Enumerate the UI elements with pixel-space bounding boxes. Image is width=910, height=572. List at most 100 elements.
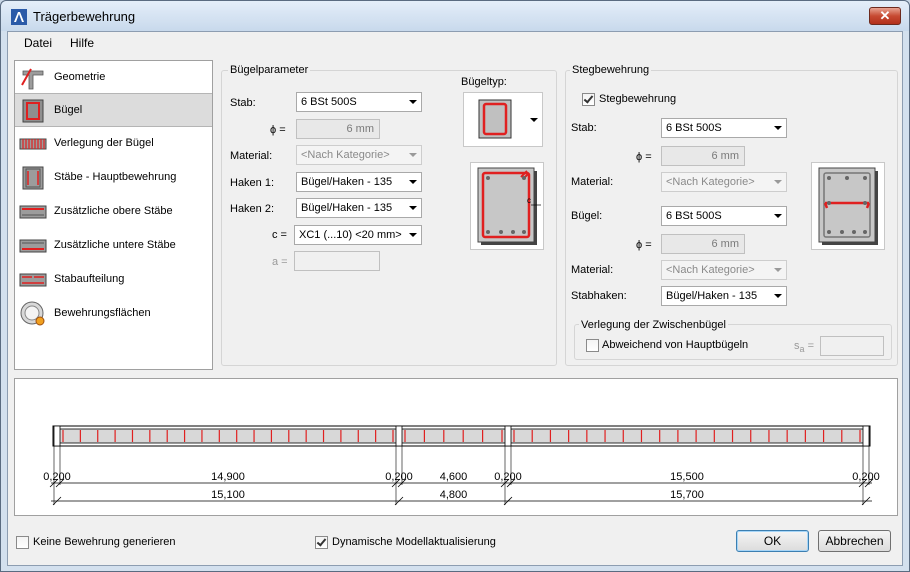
haken2-label: Haken 2: [230,203,275,215]
steg-phi-field: 6 mm [661,146,745,166]
sa-subscript: a [799,344,805,355]
dynamic-update-checkbox[interactable] [315,536,328,549]
beam-body [56,428,867,444]
c-label: c = [272,229,287,241]
a-field [294,251,380,271]
buegel-material-select: <Nach Kategorie> [296,145,422,165]
nav-label: Zusätzliche untere Stäbe [54,239,176,251]
select-value: Bügel/Haken - 135 [666,290,758,302]
buegel-material-label: Material: [230,150,273,162]
stirrup-preview-image: c [470,162,544,250]
dialog-window: Trägerbewehrung ✕ Datei Hilfe Geometrie [0,0,910,572]
select-value: <Nach Kategorie> [666,176,755,188]
chevron-down-icon [409,233,417,237]
nav-label: Stabaufteilung [54,273,125,285]
abweichend-label: Abweichend von Hauptbügeln [602,339,749,351]
check-icon [316,536,327,547]
cancel-button[interactable]: Abbrechen [818,530,891,552]
steg-buegel-label: Bügel: [571,210,603,222]
span-total-label: 15,700 [670,489,704,501]
nav-item-untere-staebe[interactable]: Zusätzliche untere Stäbe [15,229,212,263]
zwischenbuegel-title: Verlegung der Zwischenbügel [579,319,728,331]
ok-button[interactable]: OK [736,530,809,552]
support-column [862,425,870,447]
title-bar[interactable]: Trägerbewehrung ✕ [1,1,909,31]
buegel-stab-select[interactable]: 6 BSt 500S [296,92,422,112]
stirrup-section-icon: c [477,167,541,245]
steg-phi2-label: ϕ = [636,239,652,251]
keine-bewehrung-label: Keine Bewehrung generieren [33,536,176,548]
app-icon [11,9,27,25]
top-bars-icon [19,205,47,219]
nav-item-obere-staebe[interactable]: Zusätzliche obere Stäbe [15,195,212,229]
sa-label: sa = [794,340,814,354]
sa-field [820,336,884,356]
buegel-stab-label: Stab: [230,97,256,109]
chevron-down-icon [774,294,782,298]
buegeltyp-label: Bügeltyp: [461,76,507,88]
keine-bewehrung-checkbox[interactable] [16,536,29,549]
menu-hilfe[interactable]: Hilfe [70,36,94,50]
support-dimension-label: 0,200 [494,471,522,483]
select-value: Bügel/Haken - 135 [301,202,393,214]
span-clear-label: 4,600 [440,471,468,483]
stabhaken-label: Stabhaken: [571,290,627,302]
haken1-select[interactable]: Bügel/Haken - 135 [296,172,422,192]
close-button[interactable]: ✕ [869,7,901,25]
bar-division-icon [19,273,47,287]
geometry-icon [21,68,44,90]
menu-bar: Datei Hilfe [8,32,902,54]
bottom-bars-icon [19,239,47,253]
steg-buegel-select[interactable]: 6 BSt 500S [661,206,787,226]
stirrup-type-icon [478,99,512,139]
steg-phi2-field: 6 mm [661,234,745,254]
chevron-down-icon [409,153,417,157]
stabhaken-select[interactable]: Bügel/Haken - 135 [661,286,787,306]
buegelparameter-title: Bügelparameter [228,64,311,76]
stirrup-placement-icon [19,138,47,150]
stegbewehrung-title: Stegbewehrung [570,64,652,76]
support-column [504,425,512,447]
sa-equals: = [807,340,815,352]
chevron-down-icon [409,206,417,210]
steg-stab-select[interactable]: 6 BSt 500S [661,118,787,138]
select-value: XC1 (...10) <20 mm> [299,229,402,241]
span-clear-label: 14,900 [211,471,245,483]
steg-phi-label: ϕ = [636,151,652,163]
menu-datei[interactable]: Datei [24,36,52,50]
nav-item-hauptbewehrung[interactable]: Stäbe - Hauptbewehrung [15,161,212,195]
stirrup-type-selector[interactable] [463,92,543,147]
select-value: Bügel/Haken - 135 [301,176,393,188]
main-bars-icon [22,166,44,190]
nav-label: Bügel [54,104,83,116]
cover-select[interactable]: XC1 (...10) <20 mm> [294,225,422,245]
abweichend-checkbox[interactable] [586,339,599,352]
nav-item-stabaufteilung[interactable]: Stabaufteilung [15,263,212,297]
nav-label: Zusätzliche obere Stäbe [54,205,173,217]
nav-item-buegel[interactable]: Bügel [15,93,212,127]
support-dimension-label: 0,200 [43,471,71,483]
nav-label: Geometrie [54,71,106,83]
chevron-down-icon [774,268,782,272]
support-column [395,425,403,447]
chevron-down-icon [409,100,417,104]
stegbewehrung-checkbox[interactable] [582,93,595,106]
span-total-label: 4,800 [440,489,468,501]
span-clear-label: 15,500 [670,471,704,483]
haken2-select[interactable]: Bügel/Haken - 135 [296,198,422,218]
nav-item-geometrie[interactable]: Geometrie [15,61,212,95]
select-value: <Nach Kategorie> [666,264,755,276]
beam-elevation-drawing: 0,200 0,200 0,200 0,200 14,900 15,100 4,600 4,8… [43,425,880,506]
nav-item-bewehrungsflaechen[interactable]: Bewehrungsflächen [15,297,212,331]
svg-text:c: c [527,196,531,205]
span-total-label: 15,100 [211,489,245,501]
select-value: 6 BSt 500S [301,96,357,108]
nav-label: Stäbe - Hauptbewehrung [54,171,177,183]
steg-material-select: <Nach Kategorie> [661,172,787,192]
chevron-down-icon [774,180,782,184]
steg-material2-select: <Nach Kategorie> [661,260,787,280]
stegbewehrung-check-label: Stegbewehrung [599,93,677,105]
chevron-down-icon [774,126,782,130]
nav-item-verlegung[interactable]: Verlegung der Bügel [15,127,212,161]
nav-label: Verlegung der Bügel [54,137,154,149]
